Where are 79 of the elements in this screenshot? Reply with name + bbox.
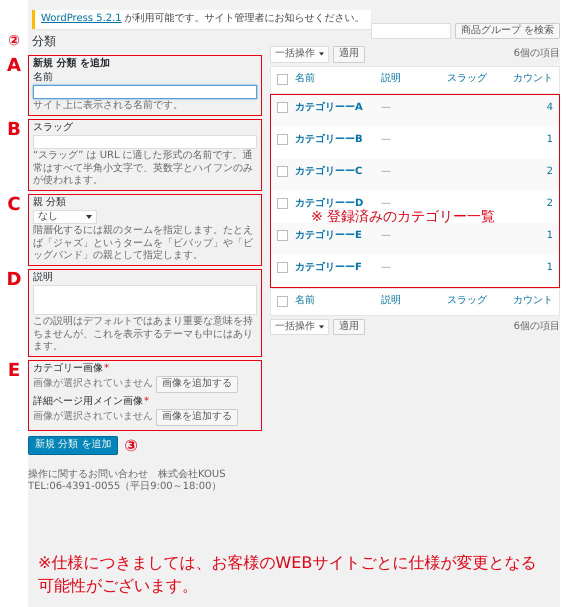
help-text: 階層化するには親のタームを指定します。たとえば「ジャズ」というタームを「ビバップ」や「ビッグバンド」の親として指定します。 xyxy=(33,225,254,262)
table-cell-text: — xyxy=(381,166,392,178)
checkbox[interactable] xyxy=(277,198,288,208)
search-button[interactable]: 商品グループ を検索 xyxy=(454,22,560,39)
add-image-button[interactable]: 画像を追加する xyxy=(156,409,238,426)
table-cell-text: — xyxy=(381,230,392,242)
annotation-note: ※仕様につきましては、お客様のWEBサイトごとに仕様が変更となる可能性がございます。 xyxy=(37,552,538,597)
section-marker: D xyxy=(6,270,22,288)
notice-text: が利用可能です。サイト管理者にお知らせください。 xyxy=(124,13,365,26)
caret-icon xyxy=(319,324,324,329)
checkbox[interactable] xyxy=(277,296,288,307)
column-header[interactable]: 名前 xyxy=(295,295,377,308)
table-cell-text: — xyxy=(381,198,392,210)
form-title: 新規 分類 を追加 xyxy=(33,58,111,70)
section-marker: B xyxy=(7,120,21,138)
checkbox[interactable] xyxy=(277,102,288,112)
help-text: サイト上に表示される名前です。 xyxy=(33,100,184,112)
section-marker: C xyxy=(7,196,21,214)
checkbox[interactable] xyxy=(277,74,288,85)
parent-select[interactable]: なし xyxy=(33,210,97,224)
help-text: “スラッグ” は URL に適した形式の名前です。通常はすべて半角小文字で、英数字とハイフンのみが使われます。 xyxy=(33,150,254,188)
table-cell-text: — xyxy=(381,262,392,274)
category-link[interactable]: カテゴリーーC xyxy=(295,166,377,178)
page-title: 分類 xyxy=(32,34,57,49)
annotation-text: ※ 登録済みのカテゴリー一覧 xyxy=(311,208,496,226)
field-label: 名前 xyxy=(33,72,54,84)
checkbox[interactable] xyxy=(277,262,288,272)
search-field[interactable] xyxy=(370,22,451,38)
add-category-button[interactable]: 新規 分類 を追加 xyxy=(28,436,118,455)
count-link[interactable]: 2 xyxy=(513,166,553,178)
field-label: 親 分類 xyxy=(33,196,68,209)
column-header[interactable]: 名前 xyxy=(295,73,377,86)
column-header[interactable]: カウント xyxy=(513,295,553,308)
required-mark: * xyxy=(144,396,149,408)
field-label: 説明 xyxy=(33,272,54,284)
column-header[interactable]: 説明 xyxy=(381,73,443,86)
add-image-button[interactable]: 画像を追加する xyxy=(156,376,238,392)
section-marker: A xyxy=(7,57,21,75)
column-header[interactable]: スラッグ xyxy=(447,295,509,308)
text-field[interactable] xyxy=(33,85,257,99)
category-link[interactable]: カテゴリーーE xyxy=(295,230,377,242)
category-link[interactable]: カテゴリーーF xyxy=(295,262,377,274)
item-count: 6個の項目 xyxy=(514,48,560,60)
caret-icon xyxy=(86,215,92,219)
step-marker: ③ xyxy=(124,436,138,456)
count-link[interactable]: 2 xyxy=(513,198,553,210)
required-mark: * xyxy=(104,362,109,375)
field-label: スラッグ xyxy=(33,122,74,134)
help-text: この説明はデフォルトではあまり重要な意味を持ちませんが、これを表示するテーマも中にはあります。 xyxy=(33,316,254,354)
item-count: 6個の項目 xyxy=(514,320,560,333)
image-status: 画像が選択されていません xyxy=(33,411,153,424)
apply-button[interactable]: 適用 xyxy=(333,318,365,335)
bulk-action-select[interactable]: 一括操作 xyxy=(270,318,329,335)
table-cell-text: — xyxy=(381,102,392,114)
column-header[interactable]: カウント xyxy=(513,73,553,86)
count-link[interactable]: 4 xyxy=(513,102,553,114)
category-link[interactable]: カテゴリーーD xyxy=(295,198,377,210)
image-status: 画像が選択されていません xyxy=(33,378,153,390)
column-header[interactable]: スラッグ xyxy=(447,73,509,86)
checkbox[interactable] xyxy=(277,134,288,144)
category-link[interactable]: カテゴリーーB xyxy=(295,134,377,146)
count-link[interactable]: 1 xyxy=(513,230,553,242)
count-link[interactable]: 1 xyxy=(513,134,553,146)
checkbox[interactable] xyxy=(277,230,288,240)
contact-footer: 操作に関するお問い合わせ 株式会社KOUS TEL:06-4391-0055（平日9:00～18:00） xyxy=(28,468,262,494)
count-link[interactable]: 1 xyxy=(513,262,553,274)
field-label: カテゴリー画像 xyxy=(33,362,103,375)
description-field[interactable] xyxy=(33,285,257,315)
column-header[interactable]: 説明 xyxy=(381,295,443,308)
bulk-action-select[interactable]: 一括操作 xyxy=(270,46,329,62)
caret-icon xyxy=(319,52,324,56)
apply-button[interactable]: 適用 xyxy=(333,46,365,62)
update-link[interactable]: WordPress 5.2.1 xyxy=(41,13,122,26)
field-label: 詳細ページ用メイン画像 xyxy=(33,396,143,408)
checkbox[interactable] xyxy=(277,166,288,176)
table-cell-text: — xyxy=(381,134,392,146)
category-link[interactable]: カテゴリーーA xyxy=(295,102,377,114)
step-marker: ② xyxy=(8,32,20,50)
section-marker: E xyxy=(8,362,20,380)
